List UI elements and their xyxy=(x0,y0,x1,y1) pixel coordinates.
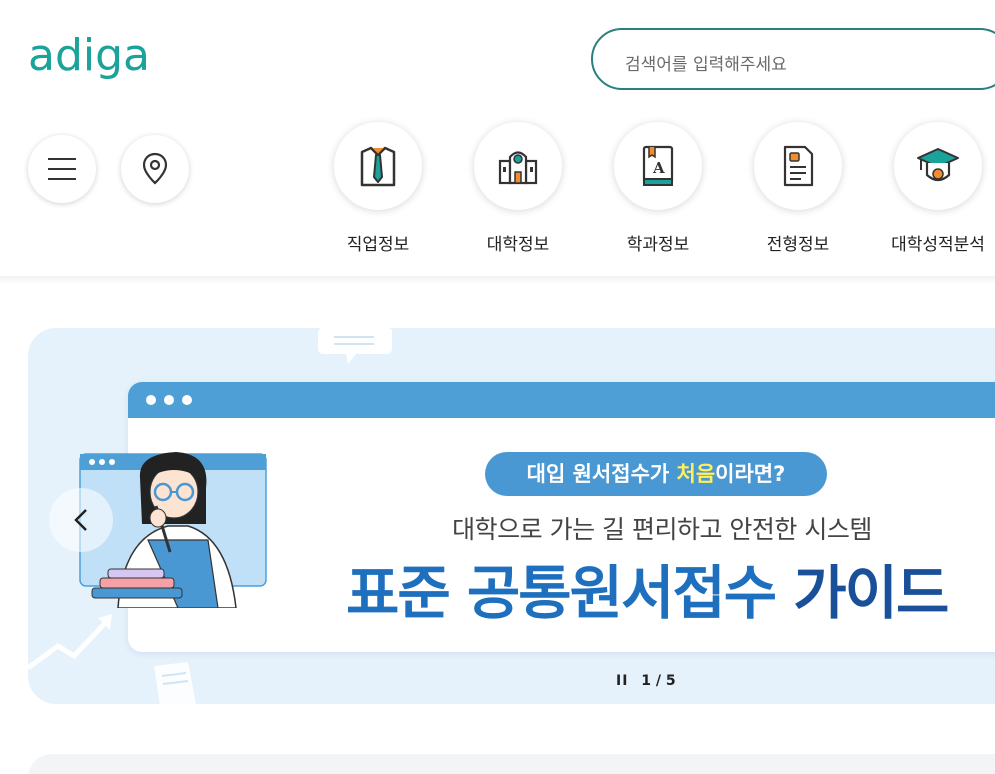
nav-label: 전형정보 xyxy=(766,235,830,255)
document-icon xyxy=(783,145,814,187)
nav-icon-circle xyxy=(474,122,562,210)
adiga-logo[interactable]: adiga xyxy=(28,28,174,92)
hamburger-menu-icon xyxy=(48,158,76,180)
nav-icon-circle xyxy=(334,122,422,210)
nav-label: 학과정보 xyxy=(626,235,690,255)
banner-pager: II 1 / 5 xyxy=(616,673,676,689)
speech-bubble-icon xyxy=(318,328,392,364)
nav-label: 직업정보 xyxy=(346,235,410,255)
nav-item-job[interactable]: 직업정보 xyxy=(308,122,448,262)
nav-item-university[interactable]: 대학정보 xyxy=(448,122,588,262)
headline-strong: 가이드 xyxy=(793,559,949,627)
pager-separator: / xyxy=(655,673,662,689)
nav-icon-circle: A xyxy=(614,122,702,210)
headline-main: 표준 공통원서접수 xyxy=(346,559,794,627)
search-placeholder: 검색어를 입력해주세요 xyxy=(625,55,787,75)
svg-text:A: A xyxy=(652,159,665,177)
book-icon: A xyxy=(642,145,674,186)
nav-item-major[interactable]: A 학과정보 xyxy=(588,122,728,262)
pill-suffix: 이라면? xyxy=(715,462,786,486)
header-divider xyxy=(0,276,995,284)
growth-arrow-icon xyxy=(28,614,112,670)
logo-text: adiga xyxy=(28,30,150,81)
banner-subtitle: 대학으로 가는 길 편리하고 안전한 시스템 xyxy=(452,515,872,544)
shirt-tie-icon xyxy=(360,146,396,187)
pause-button[interactable]: II xyxy=(616,673,628,689)
graduation-cap-icon xyxy=(917,148,959,182)
pill-prefix: 대입 원서접수가 xyxy=(526,462,677,486)
nav-label: 대학정보 xyxy=(486,235,550,255)
pager-current: 1 xyxy=(641,673,652,689)
chevron-left-icon xyxy=(74,509,87,531)
location-pin-icon xyxy=(142,152,168,185)
search-input[interactable]: 검색어를 입력해주세요 xyxy=(591,28,995,90)
menu-button[interactable] xyxy=(28,135,96,203)
hero-banner[interactable]: 대입 원서접수가 처음이라면? 대학으로 가는 길 편리하고 안전한 시스템 표… xyxy=(28,328,995,704)
location-button[interactable] xyxy=(121,135,189,203)
banner-headline: 표준 공통원서접수 가이드 xyxy=(346,546,986,630)
banner-prev-button[interactable] xyxy=(49,488,113,552)
nav-icon-circle xyxy=(754,122,842,210)
university-building-icon xyxy=(498,151,538,185)
pill-highlight: 처음 xyxy=(676,462,716,486)
window-titlebar xyxy=(128,382,995,418)
nav-item-grade-analysis[interactable]: 대학성적분석 xyxy=(868,122,995,262)
pager-total: 5 xyxy=(665,673,676,689)
banner-pill: 대입 원서접수가 처음이라면? xyxy=(485,452,827,496)
notepad-icon xyxy=(154,662,196,704)
nav-label: 대학성적분석 xyxy=(891,235,985,255)
next-section-panel xyxy=(28,754,995,774)
nav-icon-circle xyxy=(894,122,982,210)
nav-item-admission[interactable]: 전형정보 xyxy=(728,122,868,262)
